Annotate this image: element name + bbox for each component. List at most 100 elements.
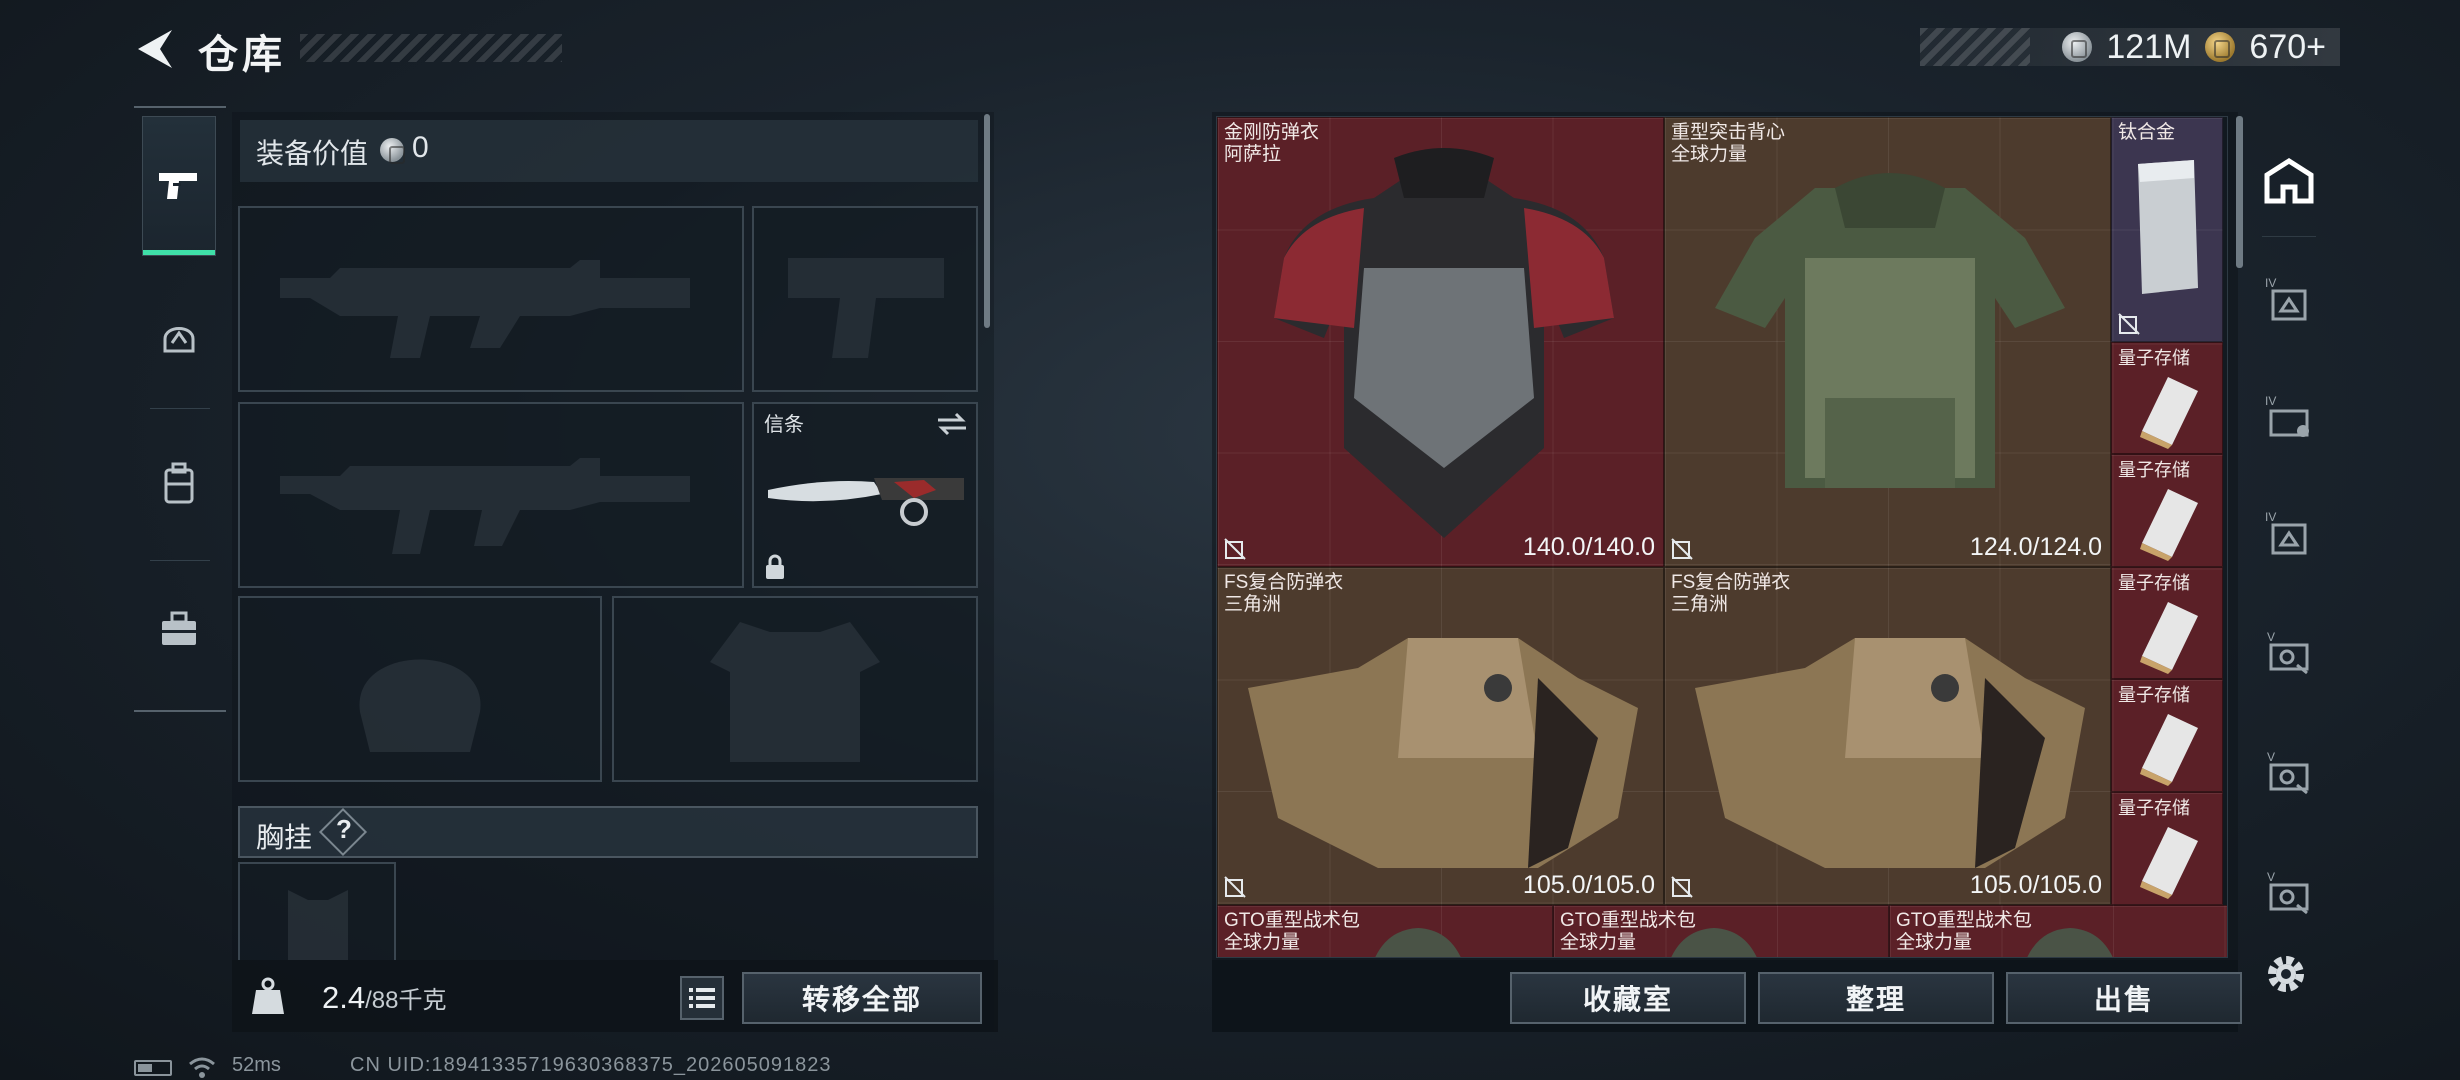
storage-item[interactable]: FS复合防弹衣 三角洲 105.0/105.0: [1217, 567, 1664, 905]
rail-tab-gear[interactable]: [142, 300, 216, 374]
quantum-storage-icon: [2140, 377, 2198, 449]
storage-item[interactable]: 量子存储: [2111, 454, 2223, 567]
item-name: 量子存储: [2118, 460, 2190, 480]
storage-item[interactable]: FS复合防弹衣 三角洲 105.0/105.0: [1664, 567, 2111, 905]
sidearm-slot[interactable]: [752, 206, 978, 392]
gold-currency-value[interactable]: 670+: [2249, 28, 2326, 67]
vest-filter-icon: IV: [2265, 394, 2309, 437]
filter-tab-armor[interactable]: IV: [2258, 266, 2320, 328]
storage-scrollbar[interactable]: [2236, 116, 2243, 268]
rail-divider-top: [134, 106, 226, 108]
equipment-value: 0: [412, 131, 429, 164]
filter-tab-keys-1[interactable]: V: [2258, 620, 2320, 682]
item-durability: 105.0/105.0: [1522, 871, 1655, 899]
item-maker: 全球力量: [1560, 932, 1637, 953]
secondary-weapon-slot[interactable]: [238, 402, 744, 588]
lock-icon: [766, 554, 784, 579]
title-decoration: [300, 34, 562, 62]
key-filter-icon: V: [2267, 750, 2309, 795]
item-name: 量子存储: [2118, 573, 2190, 593]
storage-item[interactable]: 量子存储: [2111, 792, 2223, 905]
quantum-storage-icon: [2140, 827, 2198, 899]
filter-tab-vest[interactable]: IV: [2258, 384, 2320, 446]
item-maker: 三角洲: [1671, 594, 1729, 615]
helmet-icon: [163, 327, 195, 353]
armor-silhouette-icon: [710, 622, 880, 762]
sell-button[interactable]: 出售: [2006, 972, 2242, 1024]
back-arrow-icon[interactable]: [132, 26, 178, 72]
armor-vest-icon: [1274, 148, 1614, 538]
filter-tab-rig[interactable]: IV: [2258, 500, 2320, 562]
armor-filter-icon: IV: [2265, 276, 2307, 321]
storage-grid[interactable]: 金刚防弹衣 阿萨拉 140.0/140.0 重型突击背心 全球力量 124.0/…: [1216, 116, 2228, 958]
swap-icon[interactable]: [936, 412, 968, 436]
storage-item[interactable]: GTO重型战术包 全球力量: [1889, 905, 2227, 957]
no-insure-icon: [2118, 313, 2140, 335]
rifle-silhouette-icon: [280, 260, 690, 358]
collection-button[interactable]: 收藏室: [1510, 972, 1746, 1024]
item-name: 量子存储: [2118, 685, 2190, 705]
carry-weight: 2.4/88千克: [322, 980, 446, 1016]
gear-icon[interactable]: [2262, 950, 2310, 998]
storage-item[interactable]: 钛合金: [2111, 117, 2223, 342]
svg-text:IV: IV: [2265, 394, 2276, 408]
helmet-slot[interactable]: [238, 596, 602, 782]
storage-item[interactable]: GTO重型战术包 全球力量: [1217, 905, 1553, 957]
silver-coin-icon: [2062, 32, 2093, 62]
filter-tab-keys-2[interactable]: V: [2258, 740, 2320, 802]
rail-separator: [150, 408, 210, 409]
no-insure-icon: [1224, 876, 1246, 898]
equipment-scrollbar[interactable]: [984, 114, 990, 328]
filter-tab-all[interactable]: [2258, 150, 2320, 212]
storage-item[interactable]: 量子存储: [2111, 342, 2223, 454]
armor-vest-icon: [1248, 638, 1638, 868]
rail-tab-weapons[interactable]: [142, 116, 216, 256]
quantum-storage-icon: [2140, 489, 2198, 561]
page-title: 仓库: [198, 33, 286, 77]
helmet-silhouette-icon: [359, 659, 481, 752]
rail-tab-containers[interactable]: [142, 446, 216, 520]
quantum-storage-icon: [2140, 602, 2198, 674]
all-items-icon: [2264, 158, 2314, 204]
currency-bar: 121M 670+: [1920, 28, 2340, 66]
toolbox-icon: [162, 611, 196, 645]
sort-button[interactable]: 整理: [1758, 972, 1994, 1024]
svg-text:V: V: [2267, 870, 2275, 884]
no-insure-icon: [1671, 876, 1693, 898]
chest-rig-slot[interactable]: [238, 862, 396, 960]
gold-coin-icon: [2205, 32, 2236, 62]
primary-weapon-slot[interactable]: [238, 206, 744, 392]
weight-icon: [252, 977, 284, 1014]
list-view-button[interactable]: [680, 976, 724, 1020]
item-name: FS复合防弹衣: [1671, 572, 1791, 593]
armor-slot[interactable]: [612, 596, 978, 782]
item-durability: 124.0/124.0: [1969, 533, 2102, 561]
item-maker: 全球力量: [1896, 932, 1973, 953]
storage-item[interactable]: GTO重型战术包 全球力量: [1553, 905, 1889, 957]
storage-item[interactable]: 重型突击背心 全球力量 124.0/124.0: [1664, 117, 2111, 567]
item-durability: 105.0/105.0: [1969, 871, 2102, 899]
silver-currency-value: 121M: [2106, 27, 2192, 66]
storage-item[interactable]: 金刚防弹衣 阿萨拉 140.0/140.0: [1217, 117, 1664, 567]
backpack-icon: [1671, 928, 1757, 957]
item-name: 量子存储: [2118, 348, 2190, 368]
melee-slot[interactable]: 信条: [752, 402, 978, 588]
rail-divider-bottom: [134, 710, 226, 712]
item-name: 重型突击背心: [1671, 122, 1786, 143]
armor-vest-icon: [1695, 638, 2085, 868]
rail-separator: [150, 560, 210, 561]
no-insure-icon: [1224, 538, 1246, 560]
item-durability: 140.0/140.0: [1522, 533, 1655, 561]
rail-tab-tools[interactable]: [142, 592, 216, 666]
rifle-silhouette-icon: [280, 458, 690, 554]
item-maker: 全球力量: [1224, 932, 1301, 953]
transfer-all-button[interactable]: 转移全部: [742, 972, 982, 1024]
key-filter-icon: V: [2267, 630, 2309, 675]
backpack-icon: [1375, 928, 1461, 957]
list-icon: [689, 988, 715, 1008]
storage-item[interactable]: 量子存储: [2111, 567, 2223, 679]
filter-tab-keys-3[interactable]: V: [2258, 860, 2320, 922]
storage-item[interactable]: 量子存储: [2111, 679, 2223, 792]
svg-text:V: V: [2267, 630, 2275, 644]
wifi-icon: [189, 1057, 215, 1078]
